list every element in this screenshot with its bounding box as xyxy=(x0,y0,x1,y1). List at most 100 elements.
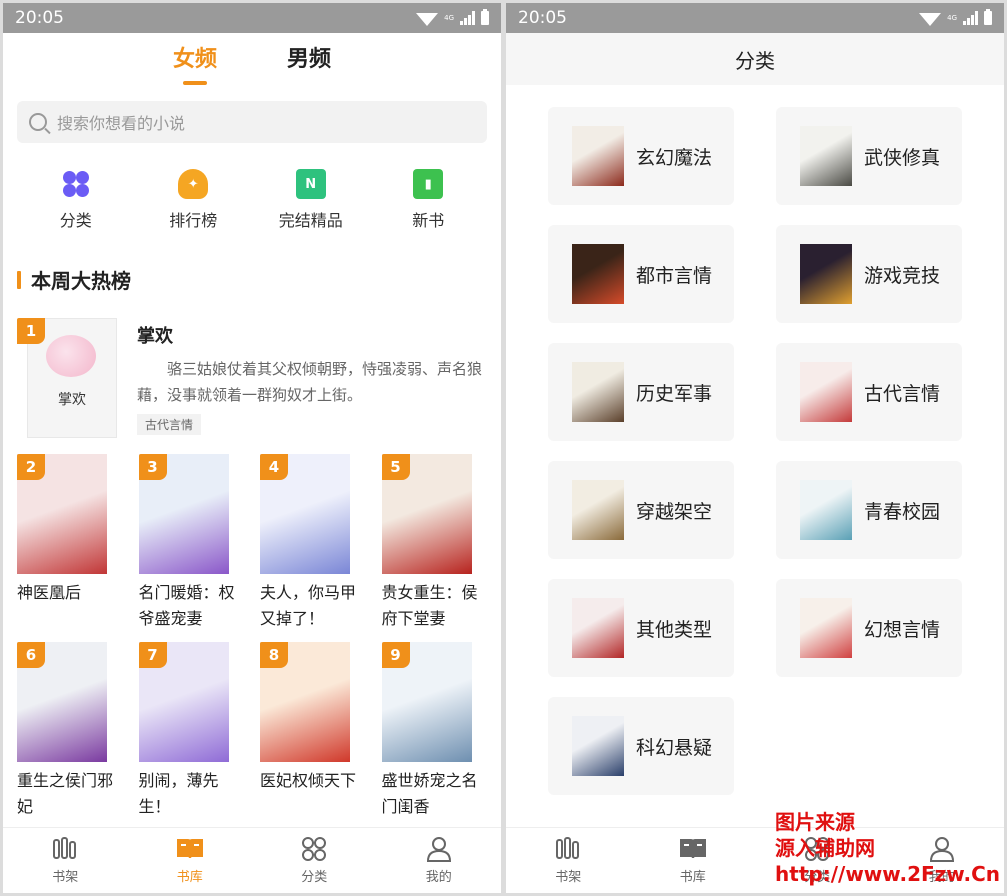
category-label: 玄幻魔法 xyxy=(636,146,713,169)
book-cover: 2 xyxy=(17,454,107,574)
tab-label: 书架 xyxy=(52,870,79,885)
category-cover xyxy=(572,362,624,422)
book-cover: 9 xyxy=(381,642,472,762)
network-type: 4G xyxy=(444,13,454,22)
category-cover xyxy=(800,126,852,186)
bottom-tabbar: 书架 书库 分类 我的 xyxy=(3,827,501,893)
tab-library[interactable]: 书库 xyxy=(128,828,253,893)
tab-category-grid[interactable]: 分类 xyxy=(252,828,377,893)
book-cover: 8 xyxy=(260,642,350,762)
rank-badge: 7 xyxy=(138,642,167,668)
section-title: 本周大热榜 xyxy=(17,265,501,294)
finished-book-icon: N xyxy=(295,169,326,199)
tab-female[interactable]: 女频 xyxy=(173,41,217,85)
book-card[interactable]: 7 别闹，薄先生！ xyxy=(138,642,245,820)
category-label: 穿越架空 xyxy=(636,500,713,523)
category-cover xyxy=(572,480,624,540)
tab-bookshelf[interactable]: 书架 xyxy=(506,828,631,893)
top1-book[interactable]: 1 掌欢 掌欢 骆三姑娘仗着其父权倾朝野，恃强凌弱、声名狼藉，没事就领着一群狗奴… xyxy=(17,318,487,438)
rank-badge: 5 xyxy=(381,454,410,480)
quick-category-label: 分类 xyxy=(59,211,92,230)
status-time: 20:05 xyxy=(15,8,64,28)
tab-label: 书库 xyxy=(176,870,203,885)
book-title: 名门暖婚：权爷盛宠妻 xyxy=(138,583,235,628)
category-card[interactable]: 都市言情 xyxy=(548,225,734,323)
category-label: 幻想言情 xyxy=(864,618,941,641)
category-cover xyxy=(572,244,624,304)
category-label: 游戏竞技 xyxy=(864,264,941,287)
search-placeholder: 搜索你想看的小说 xyxy=(57,114,186,133)
book-card[interactable]: 3 名门暖婚：权爷盛宠妻 xyxy=(138,454,245,632)
book-card[interactable]: 4 夫人，你马甲又掉了！ xyxy=(260,454,366,632)
category-cover xyxy=(572,716,624,776)
quick-finished[interactable]: N 完结精品 xyxy=(261,169,361,231)
library-icon xyxy=(176,836,204,862)
category-label: 历史军事 xyxy=(636,382,713,405)
category-card[interactable]: 科幻悬疑 xyxy=(548,697,734,795)
book-desc: 骆三姑娘仗着其父权倾朝野，恃强凌弱、声名狼藉，没事就领着一群狗奴才上街。 xyxy=(137,360,483,404)
book-title: 医妃权倾天下 xyxy=(260,771,357,790)
bookshelf-icon xyxy=(554,836,582,862)
category-cover xyxy=(800,480,852,540)
rank-badge: 4 xyxy=(260,454,288,480)
book-title: 掌欢 xyxy=(137,326,173,347)
battery-icon xyxy=(481,9,489,25)
quick-new[interactable]: ▮ 新书 xyxy=(378,169,478,231)
status-bar: 20:05 4G xyxy=(506,3,1004,33)
category-card[interactable]: 武侠修真 xyxy=(776,107,962,205)
cover-title: 掌欢 xyxy=(58,392,86,408)
genre-tag: 古代言情 xyxy=(137,414,202,435)
category-card[interactable]: 其他类型 xyxy=(548,579,734,677)
tab-bookshelf[interactable]: 书架 xyxy=(3,828,128,893)
category-card[interactable]: 古代言情 xyxy=(776,343,962,441)
book-card[interactable]: 8 医妃权倾天下 xyxy=(260,642,366,820)
tab-profile[interactable]: 我的 xyxy=(377,828,502,893)
category-card[interactable]: 玄幻魔法 xyxy=(548,107,734,205)
tab-male[interactable]: 男频 xyxy=(287,41,331,79)
rank-badge: 6 xyxy=(17,642,45,668)
tab-label: 书库 xyxy=(679,870,706,885)
search-bar[interactable]: 搜索你想看的小说 xyxy=(17,101,487,143)
category-cover xyxy=(572,126,624,186)
category-label: 科幻悬疑 xyxy=(636,736,713,759)
signal-icon xyxy=(460,11,475,25)
status-time: 20:05 xyxy=(518,8,567,28)
book-card[interactable]: 5 贵女重生：侯府下堂妻 xyxy=(381,454,488,632)
category-cover xyxy=(800,362,852,422)
tab-label: 我的 xyxy=(425,870,452,885)
category-grid: 玄幻魔法 武侠修真 都市言情 游戏竞技历史军事 古代言情穿越架空 青春校园其他类型 幻想言情… xyxy=(506,85,1004,795)
gender-tabs: 女频 男频 xyxy=(3,33,501,87)
category-label: 其他类型 xyxy=(636,618,713,641)
category-cover xyxy=(572,598,624,658)
category-card[interactable]: 历史军事 xyxy=(548,343,734,441)
profile-icon xyxy=(425,836,453,862)
top1-info: 掌欢 骆三姑娘仗着其父权倾朝野，恃强凌弱、声名狼藉，没事就领着一群狗奴才上街。 … xyxy=(137,318,487,438)
category-screen: 20:05 4G 分类 玄幻魔法 武侠修真 都市言情 游戏竞技历史军事 古代言情穿越架空… xyxy=(506,3,1004,893)
new-book-icon: ▮ xyxy=(413,169,444,199)
book-title: 别闹，薄先生！ xyxy=(138,771,219,816)
quick-category[interactable]: 分类 xyxy=(26,169,126,231)
category-card[interactable]: 游戏竞技 xyxy=(776,225,962,323)
book-card[interactable]: 6 重生之侯门邪妃 xyxy=(17,642,123,820)
quick-finished-label: 完结精品 xyxy=(278,211,343,230)
quick-rank[interactable]: ✦ 排行榜 xyxy=(143,169,243,231)
book-cover: 4 xyxy=(260,454,350,574)
book-title: 盛世娇宠之名门闺香 xyxy=(381,771,478,816)
tab-label: 书架 xyxy=(555,870,582,885)
page-title: 分类 xyxy=(506,33,1004,85)
wifi-icon xyxy=(919,12,942,26)
tab-library[interactable]: 书库 xyxy=(631,828,756,893)
status-icons: 4G xyxy=(919,9,992,26)
quick-new-label: 新书 xyxy=(412,211,445,230)
battery-icon xyxy=(984,9,992,25)
trophy-icon: ✦ xyxy=(178,169,209,199)
category-card[interactable]: 穿越架空 xyxy=(548,461,734,559)
tab-label: 分类 xyxy=(301,870,328,885)
library-icon xyxy=(679,836,707,862)
category-card[interactable]: 幻想言情 xyxy=(776,579,962,677)
category-cover xyxy=(800,598,852,658)
category-grid-icon xyxy=(300,836,328,862)
book-card[interactable]: 9 盛世娇宠之名门闺香 xyxy=(381,642,488,820)
book-card[interactable]: 2 神医凰后 xyxy=(17,454,123,632)
category-card[interactable]: 青春校园 xyxy=(776,461,962,559)
